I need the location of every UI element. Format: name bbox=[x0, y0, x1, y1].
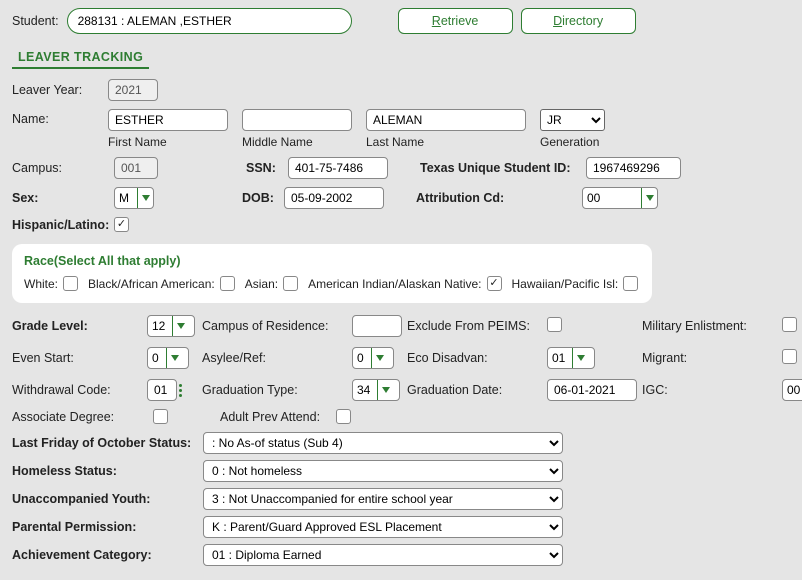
sex-value[interactable] bbox=[115, 189, 137, 207]
chevron-down-icon[interactable] bbox=[137, 188, 153, 208]
chevron-down-icon[interactable] bbox=[641, 188, 657, 208]
homeless-label: Homeless Status: bbox=[12, 464, 197, 478]
homeless-select[interactable]: 0 : Not homeless bbox=[203, 460, 563, 482]
unaccyouth-select[interactable]: 3 : Not Unaccompanied for entire school … bbox=[203, 488, 563, 510]
evenstart-label: Even Start: bbox=[12, 351, 147, 365]
white-label: White: bbox=[24, 277, 58, 291]
igc-dropdown[interactable] bbox=[782, 379, 802, 401]
leaver-year-field bbox=[108, 79, 158, 101]
race-panel: Race(Select All that apply) White: Black… bbox=[12, 244, 652, 303]
ssn-field[interactable] bbox=[288, 157, 388, 179]
adultprev-label: Adult Prev Attend: bbox=[220, 410, 330, 424]
first-name-field[interactable] bbox=[108, 109, 228, 131]
hispanic-checkbox[interactable]: ✓ bbox=[114, 217, 129, 232]
txid-label: Texas Unique Student ID: bbox=[420, 161, 580, 175]
chevron-down-icon[interactable] bbox=[166, 348, 182, 368]
eco-dropdown[interactable] bbox=[547, 347, 595, 369]
dob-label: DOB: bbox=[242, 191, 278, 205]
asian-label: Asian: bbox=[245, 277, 278, 291]
migrant-checkbox[interactable] bbox=[782, 349, 797, 364]
lastfriday-label: Last Friday of October Status: bbox=[12, 436, 197, 450]
first-name-caption: First Name bbox=[108, 135, 228, 149]
native-checkbox[interactable]: ✓ bbox=[487, 276, 502, 291]
assoc-checkbox[interactable] bbox=[153, 409, 168, 424]
campus-field bbox=[114, 157, 158, 179]
middle-name-field[interactable] bbox=[242, 109, 352, 131]
generation-select[interactable]: JR bbox=[540, 109, 605, 131]
pacific-label: Hawaiian/Pacific Isl: bbox=[512, 277, 619, 291]
name-label: Name: bbox=[12, 109, 108, 126]
dob-field[interactable] bbox=[284, 187, 384, 209]
generation-caption: Generation bbox=[540, 135, 605, 149]
campus-label: Campus: bbox=[12, 161, 108, 175]
chevron-down-icon[interactable] bbox=[572, 348, 588, 368]
chevron-down-icon[interactable] bbox=[377, 380, 393, 400]
hispanic-label: Hispanic/Latino: bbox=[12, 218, 108, 232]
sex-dropdown[interactable] bbox=[114, 187, 154, 209]
race-title: Race(Select All that apply) bbox=[24, 254, 640, 268]
ssn-label: SSN: bbox=[246, 161, 282, 175]
native-label: American Indian/Alaskan Native: bbox=[308, 277, 481, 291]
campusres-field[interactable] bbox=[352, 315, 402, 337]
parental-select[interactable]: K : Parent/Guard Approved ESL Placement bbox=[203, 516, 563, 538]
white-checkbox[interactable] bbox=[63, 276, 78, 291]
gradelevel-label: Grade Level: bbox=[12, 319, 147, 333]
leaver-year-label: Leaver Year: bbox=[12, 83, 102, 97]
withdrawal-field[interactable] bbox=[147, 379, 177, 401]
parental-label: Parental Permission: bbox=[12, 520, 197, 534]
mil-enlist-checkbox[interactable] bbox=[782, 317, 797, 332]
asylee-dropdown[interactable] bbox=[352, 347, 394, 369]
assoc-label: Associate Degree: bbox=[12, 410, 147, 424]
exclude-peims-label: Exclude From PEIMS: bbox=[407, 319, 547, 333]
lastfriday-select[interactable]: : No As-of status (Sub 4) bbox=[203, 432, 563, 454]
student-label: Student: bbox=[12, 14, 59, 28]
black-label: Black/African American: bbox=[88, 277, 215, 291]
migrant-label: Migrant: bbox=[642, 351, 782, 365]
middle-name-caption: Middle Name bbox=[242, 135, 352, 149]
chevron-down-icon[interactable] bbox=[371, 348, 387, 368]
unaccyouth-label: Unaccompanied Youth: bbox=[12, 492, 197, 506]
directory-button[interactable]: Directory bbox=[521, 8, 636, 34]
achievement-label: Achievement Category: bbox=[12, 548, 197, 562]
evenstart-dropdown[interactable] bbox=[147, 347, 189, 369]
campusres-label: Campus of Residence: bbox=[202, 319, 352, 333]
adultprev-checkbox[interactable] bbox=[336, 409, 351, 424]
black-checkbox[interactable] bbox=[220, 276, 235, 291]
attrcd-value[interactable] bbox=[583, 189, 641, 207]
pacific-checkbox[interactable] bbox=[623, 276, 638, 291]
retrieve-button[interactable]: Retrieve bbox=[398, 8, 513, 34]
student-input[interactable] bbox=[67, 8, 352, 34]
mil-enlist-label: Military Enlistment: bbox=[642, 319, 782, 333]
asylee-label: Asylee/Ref: bbox=[202, 351, 352, 365]
eco-label: Eco Disadvan: bbox=[407, 351, 547, 365]
last-name-caption: Last Name bbox=[366, 135, 526, 149]
last-name-field[interactable] bbox=[366, 109, 526, 131]
attrcd-label: Attribution Cd: bbox=[416, 191, 576, 205]
graddate-label: Graduation Date: bbox=[407, 383, 547, 397]
txid-field[interactable] bbox=[586, 157, 681, 179]
igc-label: IGC: bbox=[642, 383, 782, 397]
withdrawal-label: Withdrawal Code: bbox=[12, 383, 147, 397]
graddate-field[interactable] bbox=[547, 379, 637, 401]
gradtype-dropdown[interactable] bbox=[352, 379, 400, 401]
asian-checkbox[interactable] bbox=[283, 276, 298, 291]
attrcd-dropdown[interactable] bbox=[582, 187, 658, 209]
chevron-down-icon[interactable] bbox=[172, 316, 188, 336]
exclude-peims-checkbox[interactable] bbox=[547, 317, 562, 332]
tab-leaver-tracking[interactable]: LEAVER TRACKING bbox=[12, 46, 149, 69]
gradtype-label: Graduation Type: bbox=[202, 383, 352, 397]
sex-label: Sex: bbox=[12, 191, 108, 205]
achievement-select[interactable]: 01 : Diploma Earned bbox=[203, 544, 563, 566]
gradelevel-dropdown[interactable] bbox=[147, 315, 195, 337]
ellipsis-vertical-icon[interactable] bbox=[179, 384, 182, 397]
